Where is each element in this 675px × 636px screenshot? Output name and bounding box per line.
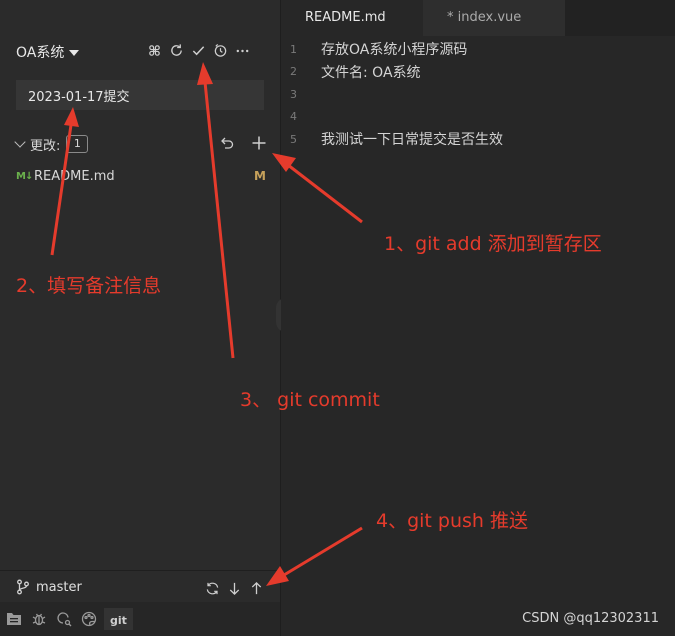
editor-line: 3	[281, 83, 675, 106]
git-branch-icon	[17, 579, 29, 595]
editor-area: README.md * index.vue 1 存放OA系统小程序源码 2 文件名:…	[281, 0, 675, 636]
watermark: CSDN @qq12302311	[522, 611, 659, 626]
more-icon[interactable]	[234, 42, 250, 58]
line-number: 1	[290, 42, 297, 56]
repo-selector[interactable]: OA系统	[16, 42, 80, 62]
tab-index-vue[interactable]: * index.vue	[423, 0, 565, 36]
branch-selector[interactable]: master	[16, 579, 82, 595]
line-text: 存放OA系统小程序源码	[321, 42, 468, 59]
plugin-palette-icon[interactable]	[78, 608, 100, 630]
git-tab[interactable]: git	[104, 608, 133, 630]
stage-all-plus-icon[interactable]	[250, 134, 268, 152]
sync-icon[interactable]	[203, 579, 221, 597]
push-arrow-up-icon[interactable]	[247, 579, 265, 597]
changed-file-name: README.md	[34, 168, 115, 184]
changes-count-badge: 1	[66, 135, 89, 153]
line-number: 3	[290, 87, 297, 101]
search-replace-icon[interactable]	[53, 608, 75, 630]
debug-bug-icon[interactable]	[28, 608, 50, 630]
source-control-panel: OA系统 更改: 1 M	[0, 0, 280, 636]
line-text: 文件名: OA系统	[321, 64, 421, 81]
line-text: 我测试一下日常提交是否生效	[321, 132, 503, 149]
annotation-git-add: 1、git add 添加到暂存区	[384, 233, 602, 255]
file-status-modified: M	[254, 169, 266, 183]
line-number: 5	[290, 132, 297, 146]
line-number: 2	[290, 65, 297, 79]
editor-line: 1 存放OA系统小程序源码	[281, 38, 675, 61]
explorer-icon[interactable]	[3, 608, 25, 630]
tab-readme[interactable]: README.md	[281, 0, 423, 36]
repo-title: OA系统	[16, 45, 65, 61]
chevron-down-icon	[14, 136, 26, 148]
caret-down-icon	[69, 50, 80, 56]
history-icon[interactable]	[212, 42, 228, 58]
annotation-commit-message: 2、填写备注信息	[16, 275, 162, 297]
activity-bar: git	[0, 602, 280, 636]
discard-all-icon[interactable]	[218, 134, 236, 152]
scm-toolbar	[146, 42, 250, 58]
commit-message-input[interactable]	[16, 80, 264, 110]
annotation-git-commit: 3、 git commit	[240, 389, 380, 411]
editor-line: 5 我测试一下日常提交是否生效	[281, 128, 675, 151]
annotation-git-push: 4、git push 推送	[376, 510, 529, 532]
markdown-file-icon: M↓	[16, 170, 33, 182]
command-icon[interactable]	[146, 42, 162, 58]
editor-line: 2 文件名: OA系统	[281, 61, 675, 84]
changes-section-header[interactable]: 更改: 1	[12, 134, 268, 154]
code-editor[interactable]: 1 存放OA系统小程序源码 2 文件名: OA系统 3 4 5 我测试一下日常提交是否…	[281, 38, 675, 151]
refresh-icon[interactable]	[168, 42, 184, 58]
changed-file-row[interactable]: M↓ README.md M	[16, 167, 266, 185]
branch-status-bar: master	[0, 570, 280, 603]
commit-check-icon[interactable]	[190, 42, 206, 58]
line-number: 4	[290, 110, 297, 124]
editor-line: 4	[281, 106, 675, 129]
branch-name: master	[36, 579, 82, 595]
pull-arrow-down-icon[interactable]	[225, 579, 243, 597]
changes-label: 更改:	[30, 138, 61, 154]
editor-tab-bar: README.md * index.vue	[281, 0, 675, 36]
